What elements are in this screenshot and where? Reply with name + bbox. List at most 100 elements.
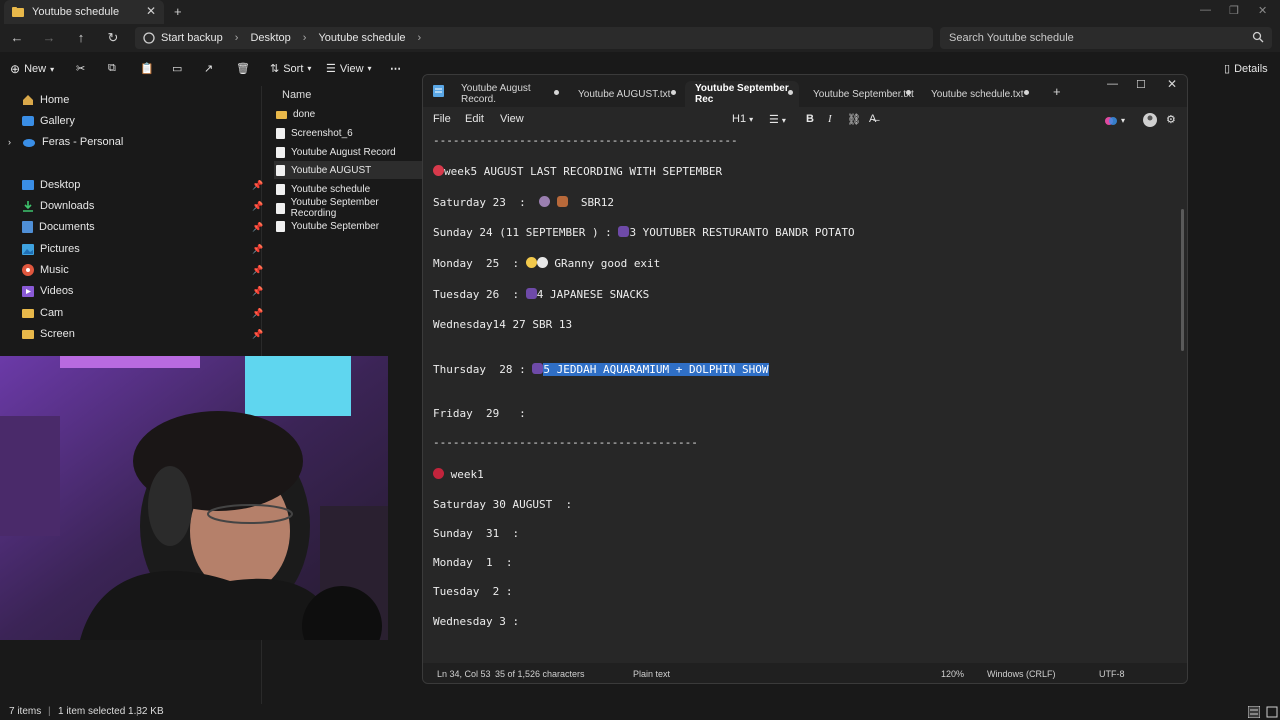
file-row-september-recording[interactable]: Youtube September Recording [274, 197, 422, 219]
tab-label: Youtube AUGUST.txt [578, 88, 671, 100]
unsaved-dot-icon [671, 90, 676, 95]
breadcrumb-desktop[interactable]: Desktop [250, 32, 290, 44]
text-line: Sunday 24 (11 SEPTEMBER ) : 3 YOUTUBER R… [433, 225, 855, 241]
back-arrow-icon[interactable]: ← [8, 29, 26, 47]
up-arrow-icon[interactable]: ↑ [72, 29, 90, 47]
notepad-app-icon [433, 85, 444, 97]
breadcrumb-youtube-schedule[interactable]: Youtube schedule [318, 32, 405, 44]
file-row-schedule[interactable]: Youtube schedule [274, 180, 422, 198]
week1-heading: week1 [450, 468, 484, 481]
cursor-position: Ln 34, Col 53 [437, 669, 491, 679]
close-tab-icon[interactable]: ✕ [146, 4, 156, 18]
new-tab-button[interactable]: + [174, 4, 182, 19]
text-line: Sunday 31 : [433, 527, 520, 540]
list-format-icon[interactable]: ☰ ▾ [769, 113, 786, 126]
vertical-scrollbar[interactable] [1181, 209, 1184, 351]
details-view-icon[interactable] [1248, 706, 1260, 718]
copilot-icon[interactable] [1105, 115, 1117, 127]
share-icon[interactable]: ↗ [204, 62, 213, 75]
chevron-down-icon[interactable]: ▾ [1121, 116, 1125, 125]
notepad-window: Youtube August Record. Youtube AUGUST.tx… [422, 74, 1188, 684]
sidebar-item-pictures[interactable]: Pictures 📌 [22, 239, 263, 259]
text-editor[interactable]: ----------------------------------------… [433, 133, 1173, 659]
line-ending[interactable]: Windows (CRLF) [987, 669, 1056, 679]
paste-icon[interactable]: 📋 [140, 62, 154, 75]
breadcrumb-start-backup[interactable]: Start backup [161, 32, 223, 44]
details-button[interactable]: ▯ Details [1224, 62, 1268, 76]
explorer-tab[interactable]: Youtube schedule ✕ [4, 0, 164, 24]
unsaved-dot-icon [1024, 90, 1029, 95]
details-icon: ▯ [1224, 63, 1231, 75]
notepad-menu-bar: File Edit View H1 ▾ ☰ ▾ B I ⛓ A̶ ▾ ⚙ [423, 107, 1187, 133]
view-button[interactable]: ☰ View ▾ [326, 62, 372, 76]
settings-gear-icon[interactable]: ⚙ [1166, 113, 1176, 126]
sidebar-item-personal[interactable]: › Feras - Personal [8, 132, 123, 152]
tab-august-record[interactable]: Youtube August Record. [451, 81, 565, 107]
copy-icon[interactable]: ⧉ [108, 62, 116, 75]
file-icon [276, 202, 285, 214]
more-options-icon[interactable]: ⋯ [390, 62, 401, 75]
new-button[interactable]: ⊕ New ▾ [10, 62, 54, 76]
sidebar-item-music[interactable]: Music 📌 [22, 260, 263, 280]
line-text: GRanny good exit [554, 257, 661, 270]
encoding[interactable]: UTF-8 [1099, 669, 1125, 679]
tab-september[interactable]: Youtube September.txt [803, 81, 917, 107]
unsaved-dot-icon [906, 90, 911, 95]
search-input[interactable]: Search Youtube schedule [940, 27, 1272, 49]
tab-label: Youtube schedule.txt [931, 88, 1024, 100]
tab-august[interactable]: Youtube AUGUST.txt [568, 81, 682, 107]
line-label: Sunday 24 (11 SEPTEMBER ) : [433, 226, 612, 239]
menu-edit[interactable]: Edit [465, 113, 484, 125]
tab-september-recording[interactable]: Youtube September Rec [685, 81, 799, 107]
sidebar-item-desktop[interactable]: Desktop 📌 [22, 175, 263, 195]
folder-icon [22, 330, 34, 339]
sidebar-item-cam[interactable]: Cam 📌 [22, 303, 263, 323]
maximize-icon[interactable]: ☐ [1136, 78, 1146, 91]
sidebar-item-videos[interactable]: Videos 📌 [22, 281, 263, 301]
sidebar-item-gallery[interactable]: Gallery [22, 111, 75, 131]
tab-label: Youtube September Rec [695, 83, 789, 105]
cut-icon[interactable]: ✂ [76, 62, 85, 75]
italic-icon[interactable]: I [828, 113, 832, 125]
file-row-done[interactable]: done [274, 105, 422, 123]
sidebar-item-screen[interactable]: Screen 📌 [22, 324, 263, 344]
file-row-august[interactable]: Youtube AUGUST [274, 161, 434, 179]
column-header-name[interactable]: Name [282, 89, 311, 101]
zoom-level[interactable]: 120% [941, 669, 964, 679]
close-window-icon[interactable]: ✕ [1167, 77, 1177, 91]
heading-select[interactable]: H1 ▾ [732, 113, 753, 125]
file-row-august-record[interactable]: Youtube August Record [274, 143, 422, 161]
bold-icon[interactable]: B [806, 113, 814, 125]
rename-icon[interactable]: ▭ [172, 62, 182, 75]
menu-file[interactable]: File [433, 113, 451, 125]
refresh-icon[interactable]: ↻ [104, 29, 122, 47]
text-line: week5 AUGUST LAST RECORDING WITH SEPTEMB… [433, 164, 722, 180]
line-label: Tuesday 26 : [433, 288, 520, 301]
file-row-september[interactable]: Youtube September [274, 217, 422, 235]
delete-icon[interactable]: 🗑 [236, 62, 250, 75]
tiles-view-icon[interactable] [1266, 706, 1278, 718]
music-icon [22, 264, 34, 276]
gallery-icon [22, 116, 34, 126]
sort-button[interactable]: ⇅ Sort ▾ [270, 62, 311, 76]
tab-schedule[interactable]: Youtube schedule.txt [921, 81, 1035, 107]
sidebar-item-home[interactable]: Home [22, 90, 69, 110]
minimize-icon[interactable]: — [1200, 4, 1211, 16]
file-row-screenshot[interactable]: Screenshot_6 [274, 124, 422, 142]
chevron-right-icon: › [417, 32, 422, 44]
clear-formatting-icon[interactable]: A̶ [869, 113, 876, 125]
forward-arrow-icon[interactable]: → [40, 29, 58, 47]
sidebar-item-downloads[interactable]: Downloads 📌 [22, 196, 263, 216]
minimize-icon[interactable]: — [1107, 78, 1118, 90]
pin-icon: 📌 [252, 243, 264, 254]
new-tab-button[interactable]: + [1053, 84, 1061, 99]
menu-view[interactable]: View [500, 113, 524, 125]
close-window-icon[interactable]: ✕ [1258, 4, 1267, 17]
restore-icon[interactable]: ❐ [1229, 4, 1239, 17]
sidebar-item-documents[interactable]: Documents 📌 [22, 217, 263, 237]
link-icon[interactable]: ⛓ [847, 113, 861, 126]
breadcrumb[interactable]: Start backup › Desktop › Youtube schedul… [135, 27, 933, 49]
text-line: Wednesday 3 : [433, 615, 520, 628]
account-icon[interactable] [1143, 113, 1157, 127]
pin-icon: 📌 [252, 221, 264, 232]
